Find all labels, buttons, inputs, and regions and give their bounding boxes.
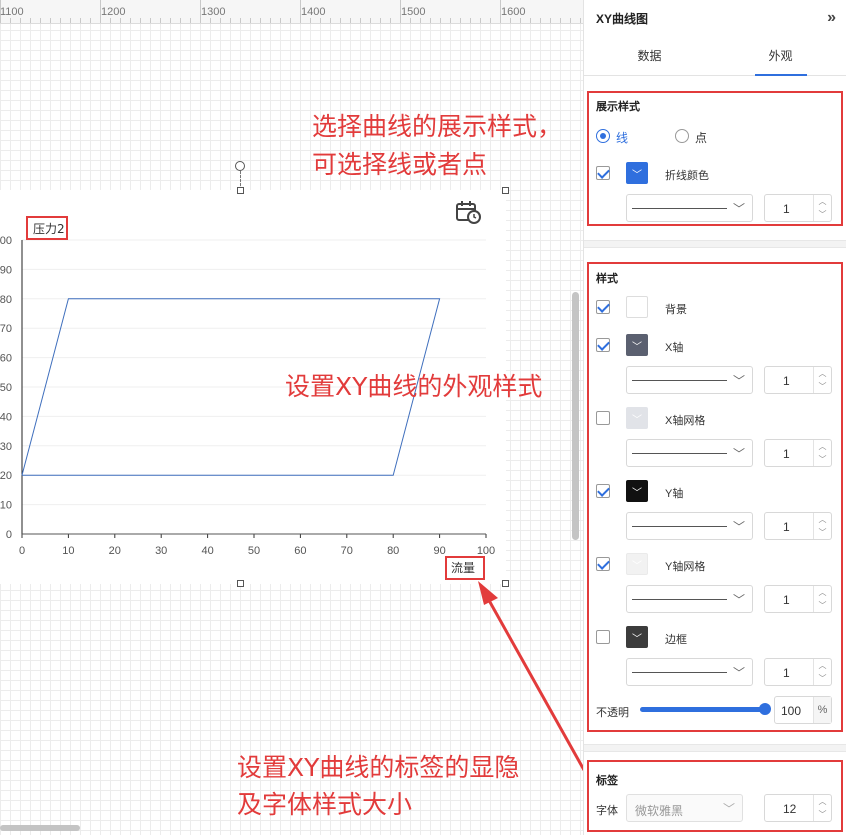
design-canvas[interactable]: 1100 1200 1300 1400 1500 1600 0 10 20 30 40 5… [0, 0, 583, 835]
section-divider [584, 744, 846, 752]
display-style-highlight [587, 91, 843, 226]
horizontal-scrollbar[interactable] [0, 825, 80, 831]
section-divider [584, 240, 846, 248]
panel-title: XY曲线图 [596, 11, 649, 26]
tab-appearance[interactable]: 外观 [715, 36, 846, 76]
label-highlight [587, 760, 843, 832]
vertical-scrollbar[interactable] [572, 292, 579, 540]
panel-header: XY曲线图 » [584, 0, 846, 36]
style-highlight [587, 262, 843, 732]
annotation-arrow [478, 581, 583, 771]
collapse-icon[interactable]: » [827, 9, 836, 27]
tab-data[interactable]: 数据 [584, 36, 715, 75]
properties-panel: XY曲线图 » 数据 外观 展示样式 线 点 ﹀ 折线颜色 ﹀ 1 ︿ ﹀ 样式 … [583, 0, 846, 835]
panel-tabs: 数据 外观 [584, 36, 846, 76]
